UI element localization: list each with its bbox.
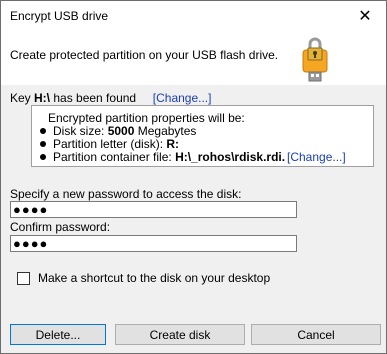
disk-size-label: Disk size: [53, 124, 108, 138]
window-title: Encrypt USB drive [10, 9, 109, 23]
shortcut-label: Make a shortcut to the disk on your desk… [38, 271, 271, 285]
shortcut-option[interactable]: Make a shortcut to the disk on your desk… [17, 271, 270, 285]
confirm-password-field[interactable]: ●●●● [10, 235, 297, 252]
partition-properties-box: Encrypted partition properties will be: … [31, 105, 374, 167]
header-text: Create protected partition on your USB f… [10, 48, 279, 62]
key-prefix: Key [10, 91, 35, 105]
disk-size-value: 5000 [107, 124, 135, 138]
properties-title: Encrypted partition properties will be: [48, 111, 245, 125]
bullet-icon [40, 127, 46, 134]
new-password-label: Specify a new password to access the dis… [10, 187, 242, 201]
letter-value: R: [166, 137, 180, 151]
new-password-field[interactable]: ●●●● [10, 201, 297, 218]
key-suffix: has been found [50, 91, 137, 105]
key-drive: H:\ [34, 91, 51, 105]
header-panel: Create protected partition on your USB f… [1, 31, 386, 85]
partition-letter-item: Partition letter (disk): R: [40, 137, 179, 151]
disk-size-unit: Megabytes [134, 124, 197, 138]
title-bar: Encrypt USB drive ✕ [1, 1, 386, 31]
delete-button[interactable]: Delete... [10, 324, 106, 345]
usb-lock-icon [302, 37, 328, 82]
container-label: Partition container file: [53, 150, 176, 164]
letter-label: Partition letter (disk): [53, 137, 167, 151]
container-file-item: Partition container file: H:\_rohos\rdis… [40, 150, 285, 164]
create-disk-button[interactable]: Create disk [115, 324, 245, 345]
key-found-line: Key H:\ has been found [Change...] [10, 91, 211, 105]
change-container-link[interactable]: [Change...] [287, 150, 346, 164]
shortcut-checkbox[interactable] [17, 271, 30, 285]
change-key-link[interactable]: [Change...] [153, 91, 212, 105]
disk-size-item: Disk size: 5000 Megabytes [40, 124, 196, 138]
encrypt-usb-dialog: Encrypt USB drive ✕ Create protected par… [0, 0, 387, 354]
container-value: H:\_rohos\rdisk.rdi. [175, 150, 286, 164]
close-icon[interactable]: ✕ [344, 1, 386, 31]
cancel-button[interactable]: Cancel [251, 324, 381, 345]
confirm-password-label: Confirm password: [10, 220, 111, 234]
bullet-icon [40, 140, 46, 147]
bullet-icon [40, 153, 46, 160]
